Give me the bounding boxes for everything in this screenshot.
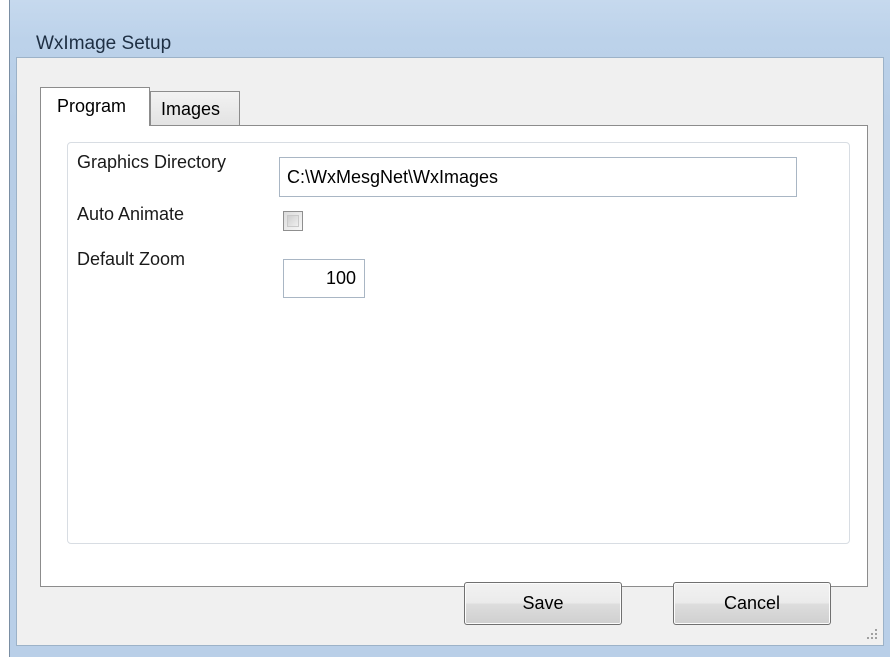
dialog-client-area: Program Images Graphics Directory Auto A… bbox=[16, 57, 884, 646]
default-zoom-input[interactable] bbox=[283, 259, 365, 298]
graphics-directory-label: Graphics Directory bbox=[77, 152, 227, 172]
auto-animate-checkbox[interactable] bbox=[283, 211, 303, 231]
default-zoom-label: Default Zoom bbox=[77, 249, 186, 269]
title-bar[interactable]: WxImage Setup bbox=[10, 0, 890, 56]
window-title: WxImage Setup bbox=[36, 33, 172, 54]
tab-program[interactable]: Program bbox=[40, 87, 150, 126]
save-button[interactable]: Save bbox=[464, 582, 622, 625]
setup-window: WxImage Setup Program Images Graphics Di… bbox=[9, 0, 890, 657]
resize-grip-icon[interactable] bbox=[866, 628, 878, 640]
settings-group-box bbox=[67, 142, 850, 544]
tab-images[interactable]: Images bbox=[150, 91, 240, 125]
auto-animate-label: Auto Animate bbox=[77, 204, 185, 224]
cancel-button[interactable]: Cancel bbox=[673, 582, 831, 625]
graphics-directory-input[interactable] bbox=[279, 157, 797, 197]
